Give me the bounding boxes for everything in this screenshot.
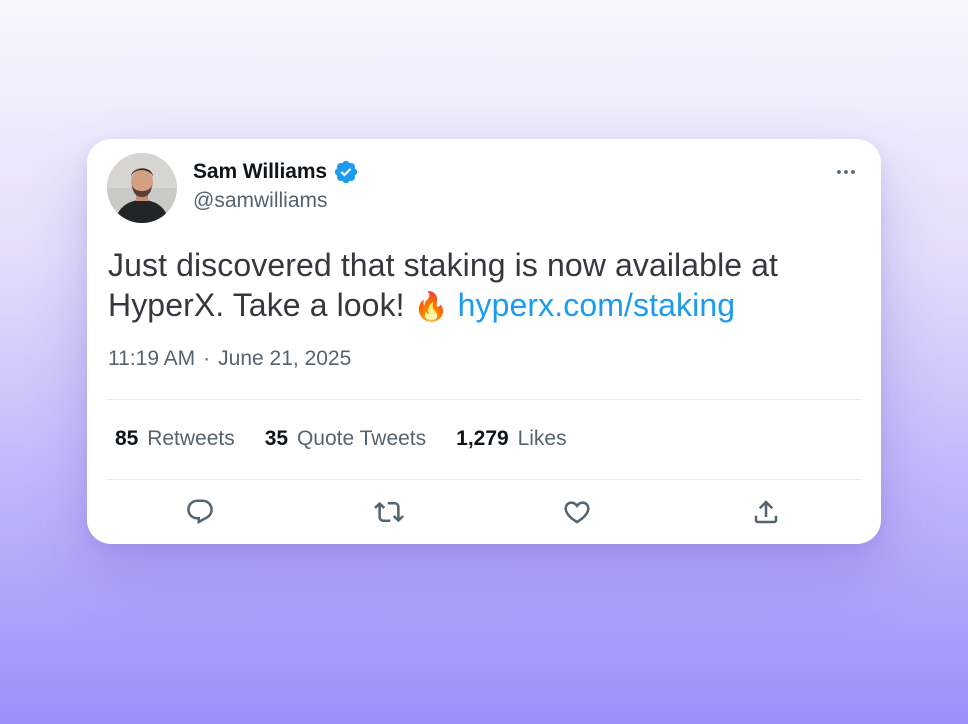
- author-name-row: Sam Williams: [193, 159, 359, 185]
- tweet-time: 11:19 AM: [108, 347, 196, 370]
- tweet-card: Sam Williams @samwilliams Just discovere…: [87, 139, 881, 544]
- verified-badge-icon: [333, 159, 359, 185]
- quote-tweets-label: Quote Tweets: [296, 427, 427, 450]
- reply-button[interactable]: [183, 495, 217, 529]
- avatar[interactable]: [107, 153, 177, 223]
- author-handle[interactable]: @samwilliams: [193, 189, 328, 213]
- tweet-text: Just discovered that staking is now avai…: [108, 245, 868, 327]
- share-button[interactable]: [749, 495, 783, 529]
- stat-retweets[interactable]: 85 Retweets: [115, 427, 235, 451]
- likes-label: Likes: [517, 427, 567, 450]
- retweets-count: 85: [115, 427, 139, 450]
- author-name[interactable]: Sam Williams: [193, 160, 327, 184]
- tweet-actions: [87, 495, 881, 529]
- tweet-timestamp[interactable]: 11:19 AM · June 21, 2025: [108, 347, 351, 371]
- fire-emoji-icon: 🔥: [413, 291, 449, 322]
- retweets-label: Retweets: [147, 427, 235, 450]
- reply-icon: [187, 499, 213, 525]
- more-horizontal-icon: [837, 170, 855, 174]
- like-button[interactable]: [560, 495, 594, 529]
- avatar-image: [107, 153, 177, 223]
- likes-count: 1,279: [456, 427, 509, 450]
- divider: [107, 479, 861, 480]
- retweet-button[interactable]: [372, 495, 406, 529]
- tweet-link[interactable]: hyperx.com/staking: [458, 287, 735, 323]
- tweet-date: June 21, 2025: [218, 347, 352, 370]
- divider: [107, 399, 861, 400]
- like-icon: [564, 501, 590, 524]
- stat-likes[interactable]: 1,279 Likes: [456, 427, 566, 451]
- more-options-button[interactable]: [831, 157, 861, 187]
- retweet-icon: [374, 501, 404, 523]
- share-icon: [754, 500, 778, 524]
- quote-tweets-count: 35: [264, 427, 289, 450]
- stat-quote-tweets[interactable]: 35 Quote Tweets: [265, 427, 426, 451]
- tweet-stats: 85 Retweets 35 Quote Tweets 1,279 Likes: [115, 427, 597, 451]
- meta-separator: ·: [203, 347, 211, 370]
